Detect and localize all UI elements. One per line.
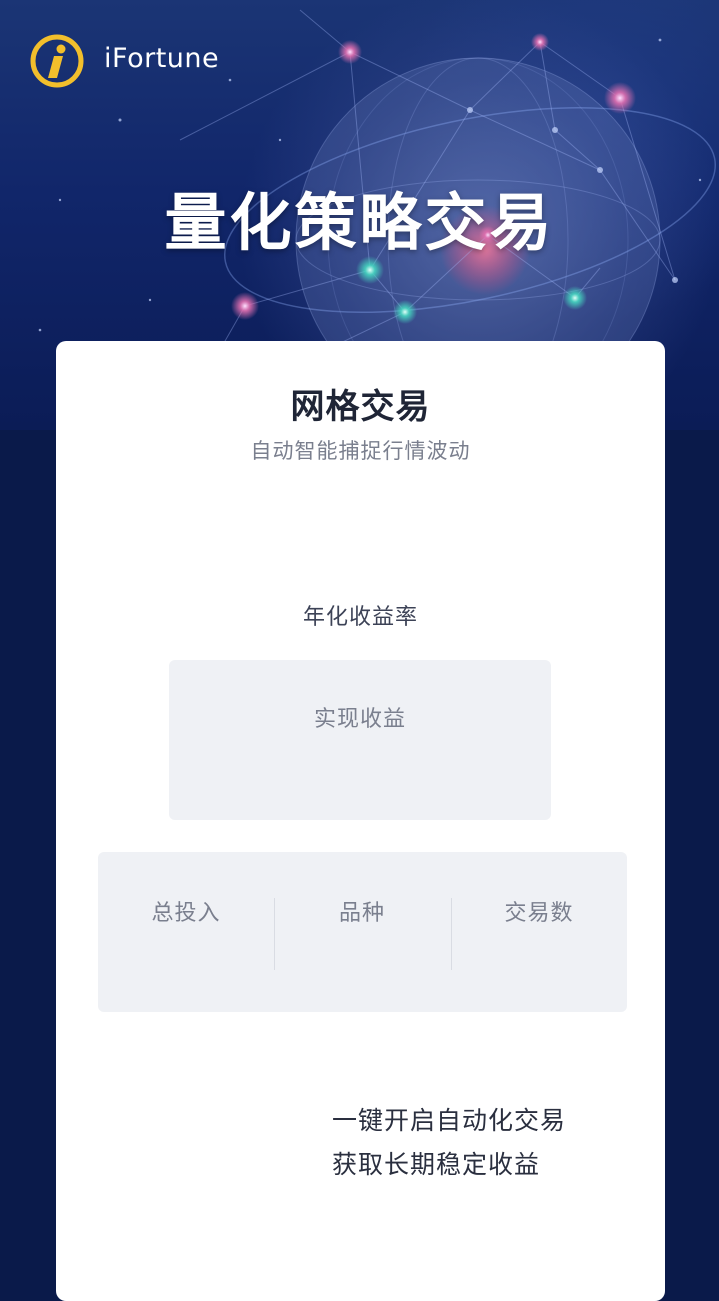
- stat-trade-count: 交易数: [451, 852, 627, 1012]
- stat-instruments: 品种: [274, 852, 450, 1012]
- realized-profit-label: 实现收益: [313, 707, 406, 732]
- stat-label: 品种: [338, 901, 385, 926]
- annualized-return-label: 年化收益率: [302, 605, 418, 630]
- realized-profit-panel: 实现收益: [169, 660, 551, 820]
- promo-text: 一键开启自动化交易 获取长期稳定收益: [332, 1099, 566, 1187]
- brand-name: iFortune: [104, 43, 220, 74]
- card-subtitle: 自动智能捕捉行情波动: [250, 439, 471, 463]
- stat-label: 交易数: [504, 901, 574, 926]
- stats-panel: 总投入 品种 交易数: [98, 852, 627, 1012]
- ifortune-logo-icon: [30, 34, 84, 88]
- stat-total-investment: 总投入: [98, 852, 274, 1012]
- grid-trading-card: 网格交易 自动智能捕捉行情波动 年化收益率 实现收益 总投入 品种 交易数 一键…: [56, 341, 665, 1301]
- stat-label: 总投入: [151, 901, 221, 926]
- promo-line: 一键开启自动化交易: [332, 1106, 567, 1135]
- card-title: 网格交易: [290, 387, 431, 427]
- promo-line: 获取长期稳定收益: [332, 1150, 541, 1179]
- hero-title: 量化策略交易: [164, 186, 555, 259]
